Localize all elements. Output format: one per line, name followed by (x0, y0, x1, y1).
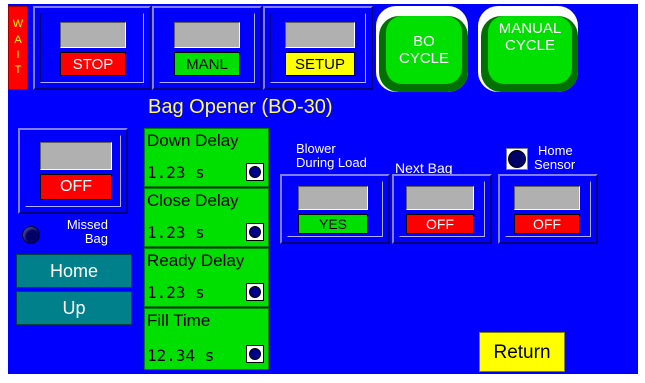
blower-state: YES (298, 214, 368, 234)
ready-delay-label: Ready Delay (147, 251, 245, 270)
stop-button-label: STOP (60, 52, 126, 76)
home-sensor-toggle[interactable]: OFF (498, 174, 598, 244)
blower-toggle[interactable]: YES (280, 174, 390, 244)
setup-status-lamp (285, 22, 355, 48)
close-delay-value: 1.23 s (147, 223, 205, 242)
home-sensor-label-line1: Home (538, 143, 573, 158)
main-toggle-button[interactable]: OFF (18, 128, 128, 214)
next-bag-toggle[interactable]: OFF (392, 174, 492, 244)
next-bag-lamp (406, 186, 474, 210)
wait-letter: I (16, 49, 20, 61)
down-delay-timer[interactable]: Down Delay 1.23 s (144, 128, 269, 187)
missed-bag-led-icon (22, 226, 40, 244)
home-sensor-state: OFF (514, 214, 580, 234)
up-button[interactable]: Up (16, 291, 132, 325)
bo-cycle-label-line1: BO (413, 32, 435, 50)
manual-cycle-label-line2: CYCLE (504, 37, 556, 55)
page-title: Bag Opener (BO-30) (148, 96, 333, 118)
stop-button[interactable]: STOP (33, 6, 151, 90)
wait-letter: T (14, 64, 22, 77)
fill-time-adjust-icon[interactable] (246, 345, 264, 363)
fill-time-value: 12.34 s (147, 346, 215, 365)
blower-label: Blower During Load (296, 142, 367, 169)
stop-status-lamp (60, 22, 126, 48)
down-delay-value: 1.23 s (147, 163, 205, 182)
manual-cycle-label-line1: MANUAL (498, 20, 562, 37)
home-button[interactable]: Home (16, 254, 132, 288)
setup-button-label: SETUP (285, 52, 355, 76)
main-toggle-lamp (40, 142, 112, 170)
manual-status-lamp (174, 22, 240, 48)
bo-cycle-face: BO CYCLE (386, 16, 462, 84)
fill-time-label: Fill Time (147, 311, 211, 330)
missed-bag-label-line1: Missed (66, 217, 108, 232)
missed-bag-label: Missed Bag (50, 218, 108, 245)
fill-time-timer[interactable]: Fill Time 12.34 s (144, 308, 269, 370)
wait-letter: A (14, 33, 22, 46)
close-delay-timer[interactable]: Close Delay 1.23 s (144, 188, 269, 247)
blower-label-line1: Blower (296, 141, 336, 156)
screen: W A I T STOP MANL SETUP BO CYCLE MANUAL … (0, 0, 645, 383)
main-toggle-state: OFF (40, 174, 112, 200)
down-delay-label: Down Delay (147, 131, 239, 150)
ready-delay-value: 1.23 s (147, 283, 205, 302)
return-button[interactable]: Return (479, 332, 565, 372)
blower-lamp (298, 186, 368, 210)
close-delay-adjust-icon[interactable] (246, 223, 264, 241)
home-sensor-label: Home Sensor (534, 144, 575, 171)
manual-button[interactable]: MANL (152, 6, 262, 90)
hmi-panel: W A I T STOP MANL SETUP BO CYCLE MANUAL … (8, 4, 638, 374)
wait-indicator: W A I T (8, 6, 28, 90)
manual-button-label: MANL (174, 52, 240, 76)
next-bag-state: OFF (406, 214, 474, 234)
wait-letter: W (12, 18, 24, 31)
close-delay-label: Close Delay (147, 191, 239, 210)
missed-bag-label-line2: Bag (84, 230, 108, 246)
bo-cycle-label-line2: CYCLE (398, 50, 450, 67)
home-sensor-lamp (514, 186, 580, 210)
down-delay-adjust-icon[interactable] (246, 163, 264, 181)
ready-delay-adjust-icon[interactable] (246, 283, 264, 301)
ready-delay-timer[interactable]: Ready Delay 1.23 s (144, 248, 269, 307)
bo-cycle-button[interactable]: BO CYCLE (376, 6, 468, 92)
blower-label-line2: During Load (296, 154, 367, 170)
home-sensor-label-line2: Sensor (534, 156, 576, 172)
manual-cycle-face: MANUAL CYCLE (488, 16, 572, 84)
setup-button[interactable]: SETUP (263, 6, 373, 90)
manual-cycle-button[interactable]: MANUAL CYCLE (478, 6, 578, 92)
home-sensor-led-icon (506, 148, 528, 170)
